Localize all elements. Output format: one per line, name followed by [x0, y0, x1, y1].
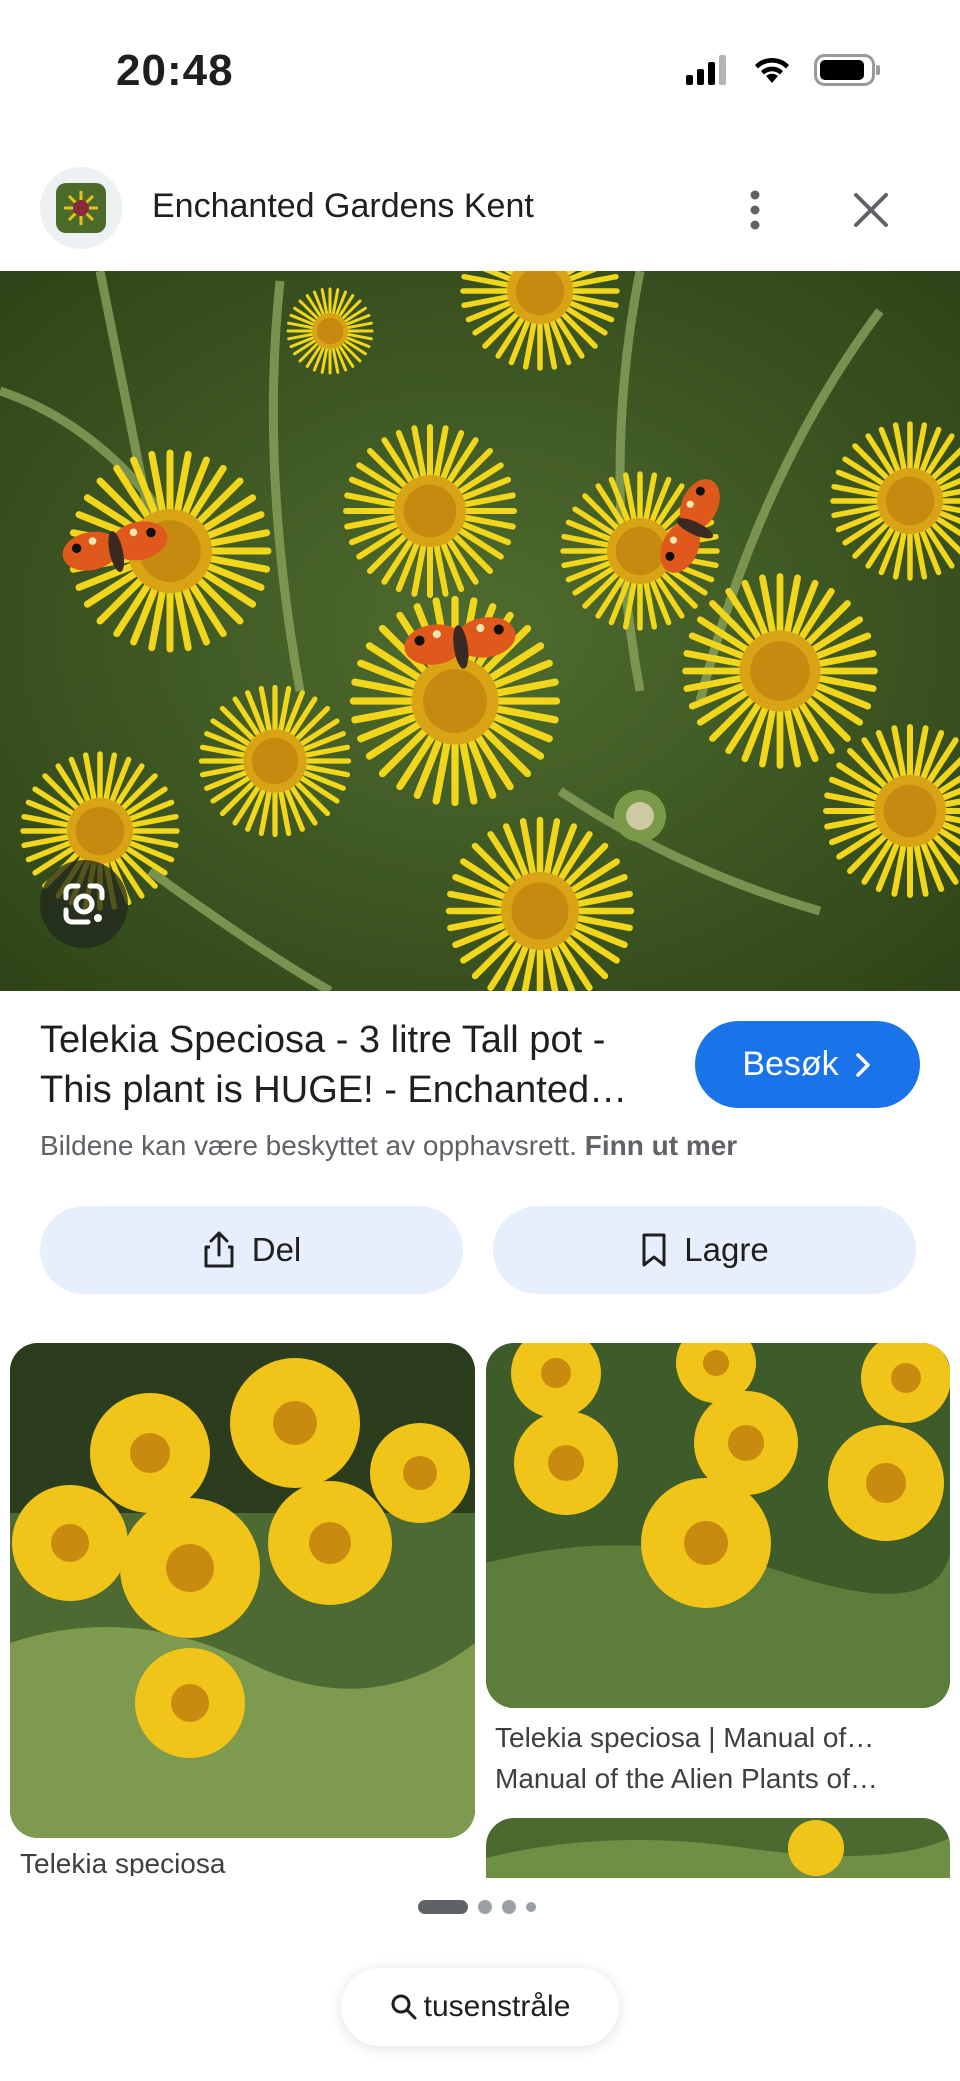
- related-result-source: Manual of the Alien Plants of…: [495, 1763, 878, 1794]
- result-title[interactable]: Telekia Speciosa - 3 litre Tall pot - Th…: [40, 1015, 680, 1115]
- status-icons: [686, 54, 880, 86]
- save-button-label: Lagre: [684, 1231, 769, 1268]
- more-vert-icon: [750, 190, 760, 230]
- result-info: Telekia Speciosa - 3 litre Tall pot - Th…: [40, 1015, 680, 1115]
- close-icon: [854, 193, 888, 227]
- cellular-signal-icon: [686, 55, 726, 85]
- close-button[interactable]: [846, 185, 896, 235]
- share-icon: [204, 1231, 234, 1268]
- learn-more-link[interactable]: Finn ut mer: [585, 1130, 737, 1161]
- visual-search-button[interactable]: [40, 860, 128, 948]
- related-result-card[interactable]: [486, 1343, 950, 1708]
- chevron-right-icon: [855, 1052, 870, 1077]
- page-indicator-dot: [502, 1900, 516, 1914]
- share-button[interactable]: Del: [40, 1206, 463, 1294]
- page-indicator-active: [418, 1900, 468, 1914]
- visit-button[interactable]: Besøk: [695, 1021, 920, 1108]
- related-result-caption[interactable]: Telekia speciosa: [20, 1848, 460, 1876]
- site-name[interactable]: Enchanted Gardens Kent: [152, 187, 534, 226]
- more-options-button[interactable]: [730, 185, 780, 235]
- google-lens-icon: [63, 883, 105, 925]
- related-result-card[interactable]: [10, 1343, 475, 1838]
- result-header: Enchanted Gardens Kent: [0, 165, 960, 269]
- copyright-text: Bildene kan være beskyttet av opphavsret…: [40, 1130, 577, 1161]
- visit-button-label: Besøk: [742, 1045, 839, 1083]
- search-query-chip[interactable]: tusenstråle: [341, 1968, 619, 2046]
- status-time: 20:48: [116, 46, 234, 95]
- page-indicator: [418, 1900, 536, 1914]
- bookmark-icon: [642, 1233, 666, 1267]
- battery-icon: [814, 54, 880, 86]
- share-button-label: Del: [251, 1231, 302, 1268]
- save-button[interactable]: Lagre: [493, 1206, 916, 1294]
- page-indicator-dot: [526, 1902, 536, 1912]
- site-favicon-image: [56, 183, 106, 233]
- site-favicon[interactable]: [40, 167, 122, 249]
- copyright-notice: Bildene kan være beskyttet av opphavsret…: [40, 1130, 737, 1162]
- page-indicator-dot: [478, 1900, 492, 1914]
- wifi-icon: [755, 57, 789, 83]
- related-result-card[interactable]: [486, 1818, 950, 1878]
- related-result-caption[interactable]: Telekia speciosa | Manual of…: [495, 1722, 935, 1754]
- status-bar: 20:48: [0, 0, 960, 140]
- search-query-text: tusenstråle: [423, 1990, 571, 2023]
- result-image[interactable]: [0, 271, 960, 991]
- search-icon: [391, 1994, 417, 2020]
